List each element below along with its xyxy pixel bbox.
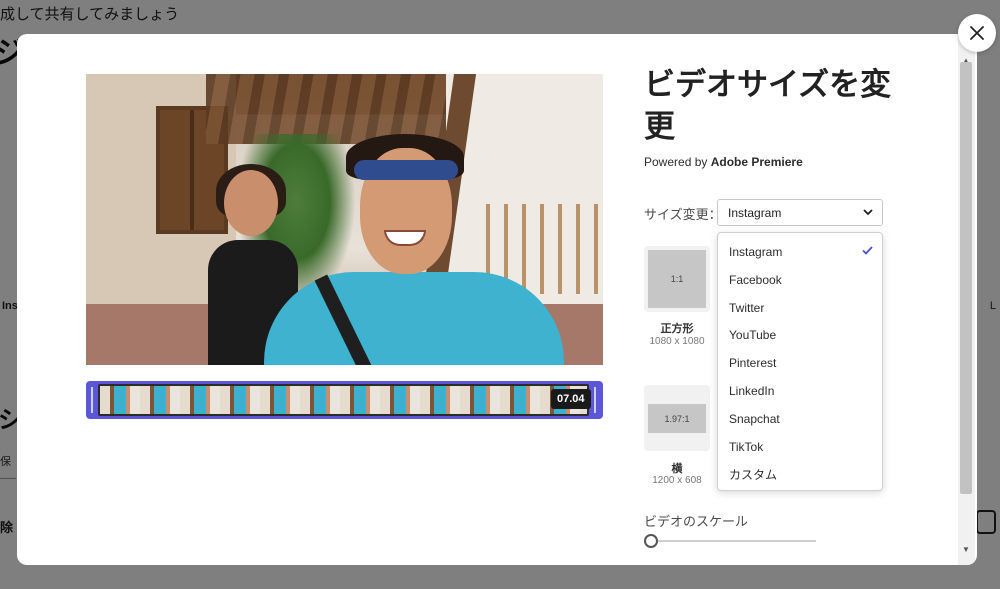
dropdown-item-twitter[interactable]: Twitter [729,301,764,315]
video-scale-label: ビデオのスケール [644,514,749,529]
video-timeline[interactable]: 07.04 [86,381,603,419]
resize-video-modal: 07.04 ビデオサイズを変更 Powered by Adobe Premier… [17,34,977,565]
scroll-down-arrow-icon[interactable]: ▼ [962,545,970,554]
aspect-card-landscape[interactable]: 1.97:1 [644,385,710,451]
trim-handle-end[interactable] [594,387,596,413]
timeline-thumbnail-strip[interactable] [98,384,589,416]
dropdown-item-pinterest[interactable]: Pinterest [729,356,776,370]
aspect-square-preview: 1:1 [648,250,706,308]
aspect-square-label: 正方形 [660,323,694,335]
modal-scrollbar[interactable]: ▲ ▼ [958,34,975,565]
platform-select[interactable]: Instagram [717,199,883,226]
dropdown-item-snapchat[interactable]: Snapchat [729,412,780,426]
timeline-duration: 07.04 [551,389,591,409]
dropdown-item-custom[interactable]: カスタム [729,466,777,483]
video-scale-track[interactable] [657,540,816,542]
scrollbar-thumb[interactable] [960,62,972,494]
powered-by-prefix: Powered by [644,155,711,169]
powered-by-brand: Adobe Premiere [710,155,803,169]
aspect-square-size: 1080 x 1080 [649,336,705,347]
aspect-landscape-size: 1200 x 608 [652,475,702,486]
aspect-card-square[interactable]: 1:1 [644,246,710,312]
dropdown-item-facebook[interactable]: Facebook [729,273,782,287]
platform-dropdown-menu: Instagram Facebook Twitter YouTube Pinte… [717,232,883,491]
video-scene-person-man [264,134,564,365]
resize-label: サイズ変更： [644,207,722,222]
dropdown-item-youtube[interactable]: YouTube [729,328,776,342]
trim-handle-start[interactable] [91,387,93,413]
dropdown-item-instagram[interactable]: Instagram [729,245,782,259]
video-preview[interactable] [86,74,603,365]
close-button[interactable] [958,14,996,52]
chevron-down-icon [863,209,873,216]
modal-title: ビデオサイズを変更 [644,67,892,144]
checkmark-icon [862,246,873,255]
aspect-landscape-preview: 1.97:1 [648,404,706,433]
platform-select-value: Instagram [728,206,782,220]
video-scale-slider[interactable] [644,534,658,548]
dropdown-item-tiktok[interactable]: TikTok [729,440,763,454]
dropdown-item-linkedin[interactable]: LinkedIn [729,384,774,398]
aspect-landscape-label: 横 [671,463,683,475]
close-icon [970,26,984,40]
powered-by: Powered by Adobe Premiere [644,155,803,169]
